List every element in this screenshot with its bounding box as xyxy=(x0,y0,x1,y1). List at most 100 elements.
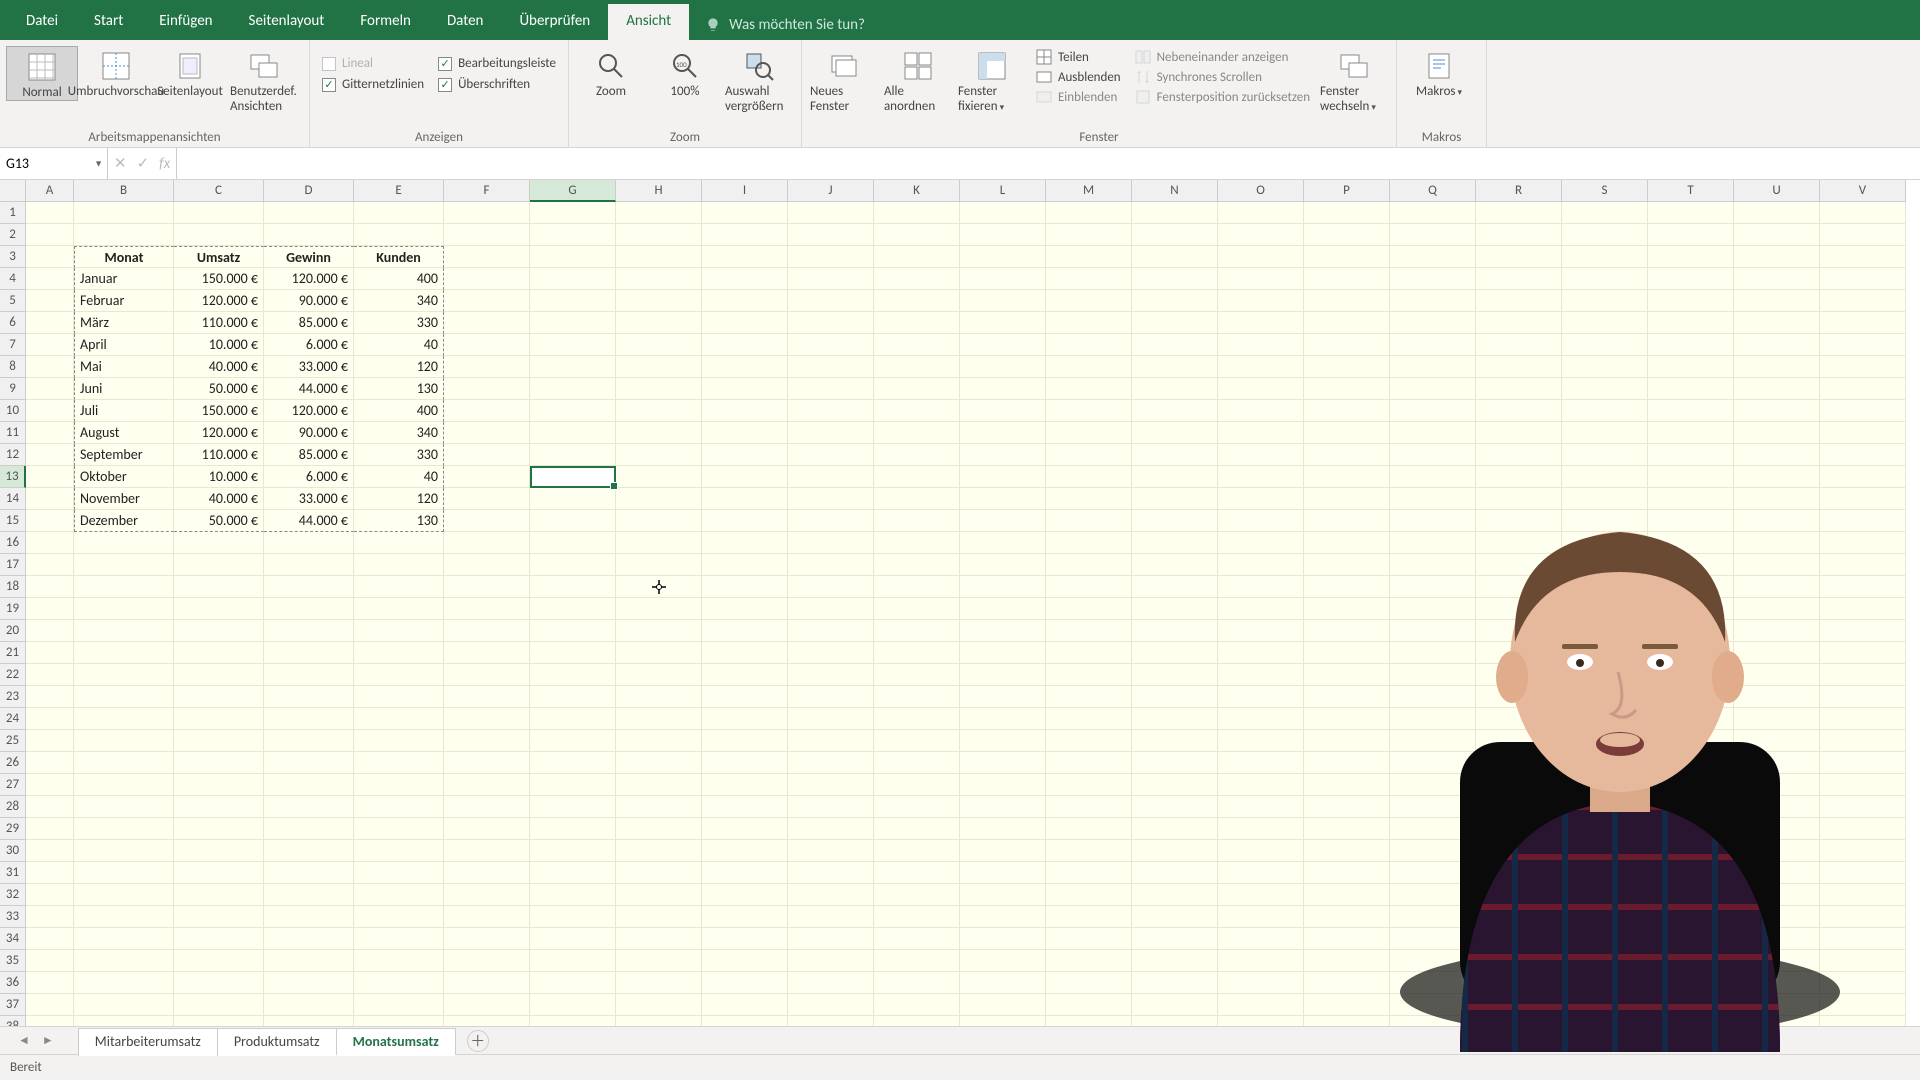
cell[interactable] xyxy=(530,554,616,576)
cell[interactable] xyxy=(616,928,702,950)
cell[interactable] xyxy=(264,972,354,994)
cell[interactable] xyxy=(960,246,1046,268)
cell[interactable] xyxy=(1046,818,1132,840)
cell[interactable] xyxy=(26,774,74,796)
row-header[interactable]: 34 xyxy=(0,928,26,950)
cell[interactable] xyxy=(960,686,1046,708)
cell[interactable] xyxy=(1218,224,1304,246)
cell[interactable] xyxy=(616,796,702,818)
cell[interactable] xyxy=(960,840,1046,862)
cell[interactable] xyxy=(444,356,530,378)
cell[interactable] xyxy=(530,532,616,554)
cell[interactable] xyxy=(788,598,874,620)
cell[interactable] xyxy=(1820,356,1906,378)
cell[interactable] xyxy=(444,510,530,532)
column-header[interactable]: T xyxy=(1648,180,1734,202)
cell[interactable] xyxy=(530,950,616,972)
cell[interactable] xyxy=(26,290,74,312)
cell[interactable] xyxy=(1390,246,1476,268)
cell[interactable] xyxy=(174,224,264,246)
cell[interactable] xyxy=(74,620,174,642)
cell[interactable] xyxy=(1562,334,1648,356)
cell[interactable] xyxy=(702,378,788,400)
cell[interactable] xyxy=(702,466,788,488)
cell[interactable] xyxy=(788,488,874,510)
cell[interactable] xyxy=(26,862,74,884)
cell[interactable] xyxy=(1562,224,1648,246)
cell[interactable] xyxy=(444,906,530,928)
cell[interactable] xyxy=(444,840,530,862)
row-header[interactable]: 14 xyxy=(0,488,26,510)
cell[interactable] xyxy=(530,422,616,444)
cell[interactable] xyxy=(74,532,174,554)
cell[interactable] xyxy=(1476,224,1562,246)
cell[interactable] xyxy=(1132,532,1218,554)
cell[interactable] xyxy=(1304,334,1390,356)
cell[interactable] xyxy=(702,246,788,268)
cell[interactable] xyxy=(702,202,788,224)
cell[interactable] xyxy=(1132,664,1218,686)
cell[interactable]: 120.000 € xyxy=(264,400,354,422)
cell[interactable] xyxy=(264,1016,354,1026)
cell[interactable] xyxy=(1046,884,1132,906)
cell[interactable] xyxy=(702,444,788,466)
cell[interactable] xyxy=(26,664,74,686)
row-header[interactable]: 30 xyxy=(0,840,26,862)
cell[interactable] xyxy=(616,224,702,246)
cell[interactable]: 120.000 € xyxy=(174,422,264,444)
cell[interactable] xyxy=(354,576,444,598)
sheet-nav-prev[interactable]: ◄ xyxy=(12,1033,36,1048)
cell[interactable] xyxy=(1562,400,1648,422)
cell[interactable] xyxy=(264,554,354,576)
column-header[interactable]: B xyxy=(74,180,174,202)
cell[interactable] xyxy=(264,752,354,774)
cell[interactable] xyxy=(1218,752,1304,774)
cell[interactable] xyxy=(26,554,74,576)
cell[interactable] xyxy=(1304,246,1390,268)
cell[interactable] xyxy=(960,1016,1046,1026)
cell[interactable] xyxy=(960,400,1046,422)
cell[interactable] xyxy=(702,400,788,422)
row-header[interactable]: 27 xyxy=(0,774,26,796)
cell[interactable]: 400 xyxy=(354,400,444,422)
gridlines-checkbox[interactable]: ✓Gitternetzlinien xyxy=(316,75,430,94)
cell[interactable] xyxy=(702,598,788,620)
cell[interactable]: 90.000 € xyxy=(264,290,354,312)
cell[interactable] xyxy=(74,202,174,224)
cell[interactable] xyxy=(444,466,530,488)
cell[interactable] xyxy=(74,840,174,862)
cell[interactable] xyxy=(1218,334,1304,356)
row-header[interactable]: 24 xyxy=(0,708,26,730)
cell[interactable]: 110.000 € xyxy=(174,312,264,334)
cell[interactable] xyxy=(1218,840,1304,862)
arrange-all-button[interactable]: Alle anordnen xyxy=(882,46,954,114)
cell[interactable] xyxy=(788,378,874,400)
cell[interactable]: 90.000 € xyxy=(264,422,354,444)
cell[interactable]: 50.000 € xyxy=(174,510,264,532)
row-header[interactable]: 21 xyxy=(0,642,26,664)
cell[interactable] xyxy=(1734,268,1820,290)
row-header[interactable]: 7 xyxy=(0,334,26,356)
cell[interactable] xyxy=(788,664,874,686)
cell[interactable] xyxy=(354,862,444,884)
cell[interactable] xyxy=(788,840,874,862)
cell[interactable] xyxy=(874,708,960,730)
cell[interactable] xyxy=(1648,334,1734,356)
cell[interactable] xyxy=(26,378,74,400)
cell[interactable] xyxy=(1132,246,1218,268)
cell[interactable] xyxy=(444,598,530,620)
cell[interactable] xyxy=(174,906,264,928)
cell[interactable] xyxy=(26,884,74,906)
row-header[interactable]: 15 xyxy=(0,510,26,532)
cell[interactable] xyxy=(1218,620,1304,642)
row-header[interactable]: 22 xyxy=(0,664,26,686)
cell[interactable] xyxy=(530,400,616,422)
cell[interactable] xyxy=(1132,950,1218,972)
row-header[interactable]: 36 xyxy=(0,972,26,994)
cell[interactable] xyxy=(1218,1016,1304,1026)
cell[interactable]: 85.000 € xyxy=(264,444,354,466)
cell[interactable] xyxy=(264,620,354,642)
cell[interactable] xyxy=(444,994,530,1016)
cell[interactable] xyxy=(1476,400,1562,422)
cell[interactable] xyxy=(1304,202,1390,224)
